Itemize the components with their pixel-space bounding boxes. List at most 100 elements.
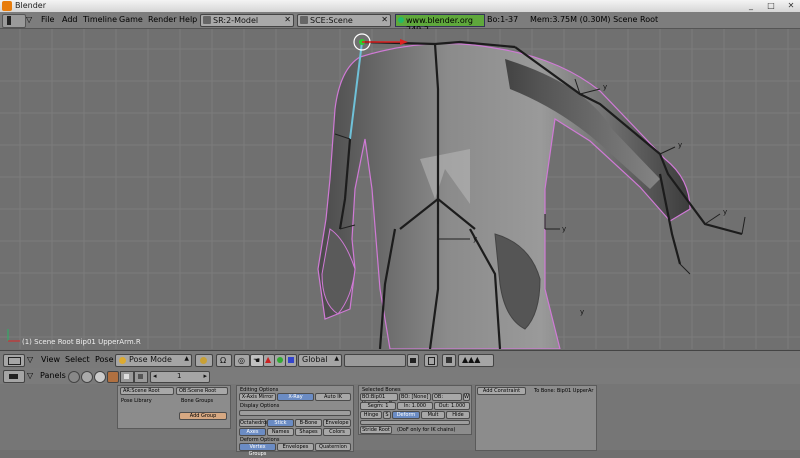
window-type-button[interactable]: [2, 14, 26, 28]
frame-decrement-icon[interactable]: ◂: [153, 372, 157, 380]
bone-name-field[interactable]: BO:Bip01 UpperArm.R: [360, 393, 398, 407]
scene-name[interactable]: SCE:Scene: [310, 16, 353, 25]
scene-context-button[interactable]: [134, 371, 148, 383]
pivot-icon: Ω: [220, 356, 227, 365]
manipulator-toggle[interactable]: ☚: [250, 354, 264, 367]
context-buttons[interactable]: [68, 371, 119, 383]
render-button[interactable]: [442, 354, 456, 367]
frame-field[interactable]: ◂ 1 ▸: [150, 371, 210, 383]
frame-increment-icon[interactable]: ▸: [203, 372, 207, 380]
screen-name[interactable]: SR:2-Model: [213, 16, 258, 25]
collapse-menu-icon[interactable]: ▽: [26, 15, 32, 24]
x-axis-mirror-button[interactable]: X-Axis Mirror: [239, 393, 276, 401]
collapse-menu-icon[interactable]: ▽: [27, 371, 33, 380]
screen-selector[interactable]: SR:2-Model ✕: [200, 14, 294, 27]
close-button[interactable]: ✕: [782, 1, 800, 11]
screen-browse-icon[interactable]: [203, 16, 211, 24]
sphere-icon: [200, 357, 207, 364]
window-type-button[interactable]: [3, 370, 25, 383]
window-title: Blender: [15, 1, 46, 10]
minimize-button[interactable]: _: [742, 1, 760, 11]
proportional-button[interactable]: ◎: [234, 354, 250, 367]
stride-root-button[interactable]: Stride Root: [360, 426, 392, 434]
editing-context-button[interactable]: [120, 371, 134, 383]
lock-layers-button[interactable]: [407, 354, 419, 367]
layer-buttons[interactable]: [344, 354, 406, 367]
auto-ik-button[interactable]: Auto IK: [315, 393, 351, 401]
segments-field[interactable]: Segm: 1: [360, 402, 396, 410]
globe-icon: [398, 17, 404, 23]
bone-count: Bo:1-37: [487, 15, 519, 24]
svg-text:y: y: [562, 225, 566, 233]
blender-url[interactable]: www.blender.org 249.2: [395, 14, 485, 34]
menu-pose[interactable]: Pose: [95, 355, 114, 364]
3d-view-icon: [8, 357, 21, 365]
orientation-selector[interactable]: Global ▲: [298, 354, 342, 367]
bone-layer-row[interactable]: [360, 420, 470, 425]
envelope-button[interactable]: Envelope: [323, 419, 351, 427]
scale-manipulator[interactable]: [285, 354, 297, 367]
mode-selector[interactable]: Pose Mode ▲: [115, 354, 192, 367]
scene-square-icon: [138, 374, 143, 379]
menu-add[interactable]: Add: [62, 15, 78, 24]
menu-view[interactable]: View: [41, 355, 60, 364]
3d-viewport[interactable]: y y y y y y (1) Scene Root Bip01 UpperAr…: [0, 29, 800, 349]
logic-icon[interactable]: [68, 371, 80, 383]
axes-button[interactable]: Axes: [239, 428, 266, 436]
script-icon[interactable]: [81, 371, 93, 383]
stick-button[interactable]: Stick: [267, 419, 294, 427]
scene-delete-icon[interactable]: ✕: [381, 15, 388, 24]
bone-layer-buttons[interactable]: [239, 410, 351, 416]
hinge-button[interactable]: Hinge: [360, 411, 382, 419]
x-ray-button[interactable]: X-Ray: [277, 393, 314, 401]
character-mesh[interactable]: [317, 42, 691, 349]
viewport-canvas[interactable]: y y y y y y: [0, 29, 800, 349]
display-options-title: Display Options: [240, 403, 280, 409]
draw-type-button[interactable]: [195, 354, 213, 367]
add-group-button[interactable]: Add Group: [179, 412, 227, 420]
maximize-button[interactable]: □: [762, 1, 780, 11]
svg-text:y: y: [603, 83, 607, 91]
object-icon[interactable]: [107, 371, 119, 383]
scene-selector[interactable]: SCE:Scene ✕: [297, 14, 391, 27]
hide-button[interactable]: Hide: [446, 411, 470, 419]
collapse-menu-icon[interactable]: ▽: [27, 355, 33, 364]
add-constraint-button[interactable]: Add Constraint: [477, 387, 526, 395]
scene-browse-icon[interactable]: [300, 16, 308, 24]
menu-help[interactable]: Help: [179, 15, 197, 24]
mult-button[interactable]: Mult: [421, 411, 445, 419]
menu-select[interactable]: Select: [65, 355, 90, 364]
copy-pose-button[interactable]: [424, 354, 438, 367]
w-button[interactable]: W: [463, 393, 470, 401]
shapes-button[interactable]: Shapes: [295, 428, 322, 436]
window-type-button[interactable]: [3, 354, 25, 367]
menu-render[interactable]: Render: [148, 15, 176, 24]
child-object-field[interactable]: OB:: [432, 393, 462, 401]
deform-button[interactable]: Deform: [392, 411, 420, 419]
blender-logo-icon: [2, 1, 12, 11]
svg-text:y: y: [473, 235, 477, 243]
screen-delete-icon[interactable]: ✕: [284, 15, 291, 24]
b-bone-button[interactable]: B-Bone: [295, 419, 322, 427]
menu-game[interactable]: Game: [119, 15, 143, 24]
svg-text:y: y: [723, 208, 727, 216]
armature-name-field[interactable]: AR:Scene Root: [120, 387, 174, 395]
shading-icon[interactable]: [94, 371, 106, 383]
pose-tools[interactable]: ▲▲▲: [458, 354, 494, 367]
octahedron-button[interactable]: Octahedron: [239, 419, 269, 427]
menu-file[interactable]: File: [41, 15, 54, 24]
s-button[interactable]: S: [383, 411, 391, 419]
buttons-window: AR:Scene Root OB:Scene Root Pose Library…: [0, 384, 800, 457]
ease-in-field[interactable]: In: 1.000: [397, 402, 433, 410]
hand-icon: ☚: [253, 356, 261, 365]
ease-out-field[interactable]: Out: 1.000: [434, 402, 470, 410]
menu-timeline[interactable]: Timeline: [83, 15, 117, 24]
object-name-field[interactable]: OB:Scene Root: [176, 387, 228, 395]
panels-label: Panels: [40, 371, 66, 380]
parent-bone-field[interactable]: BO: [None]: [399, 393, 431, 401]
selected-bones-panel: Selected Bones BO:Bip01 UpperArm.R BO: […: [358, 385, 472, 435]
dof-note: (DoF only for IK chains): [397, 427, 456, 433]
names-button[interactable]: Names: [267, 428, 294, 436]
colors-button[interactable]: Colors: [323, 428, 351, 436]
pivot-button[interactable]: Ω: [216, 354, 232, 367]
